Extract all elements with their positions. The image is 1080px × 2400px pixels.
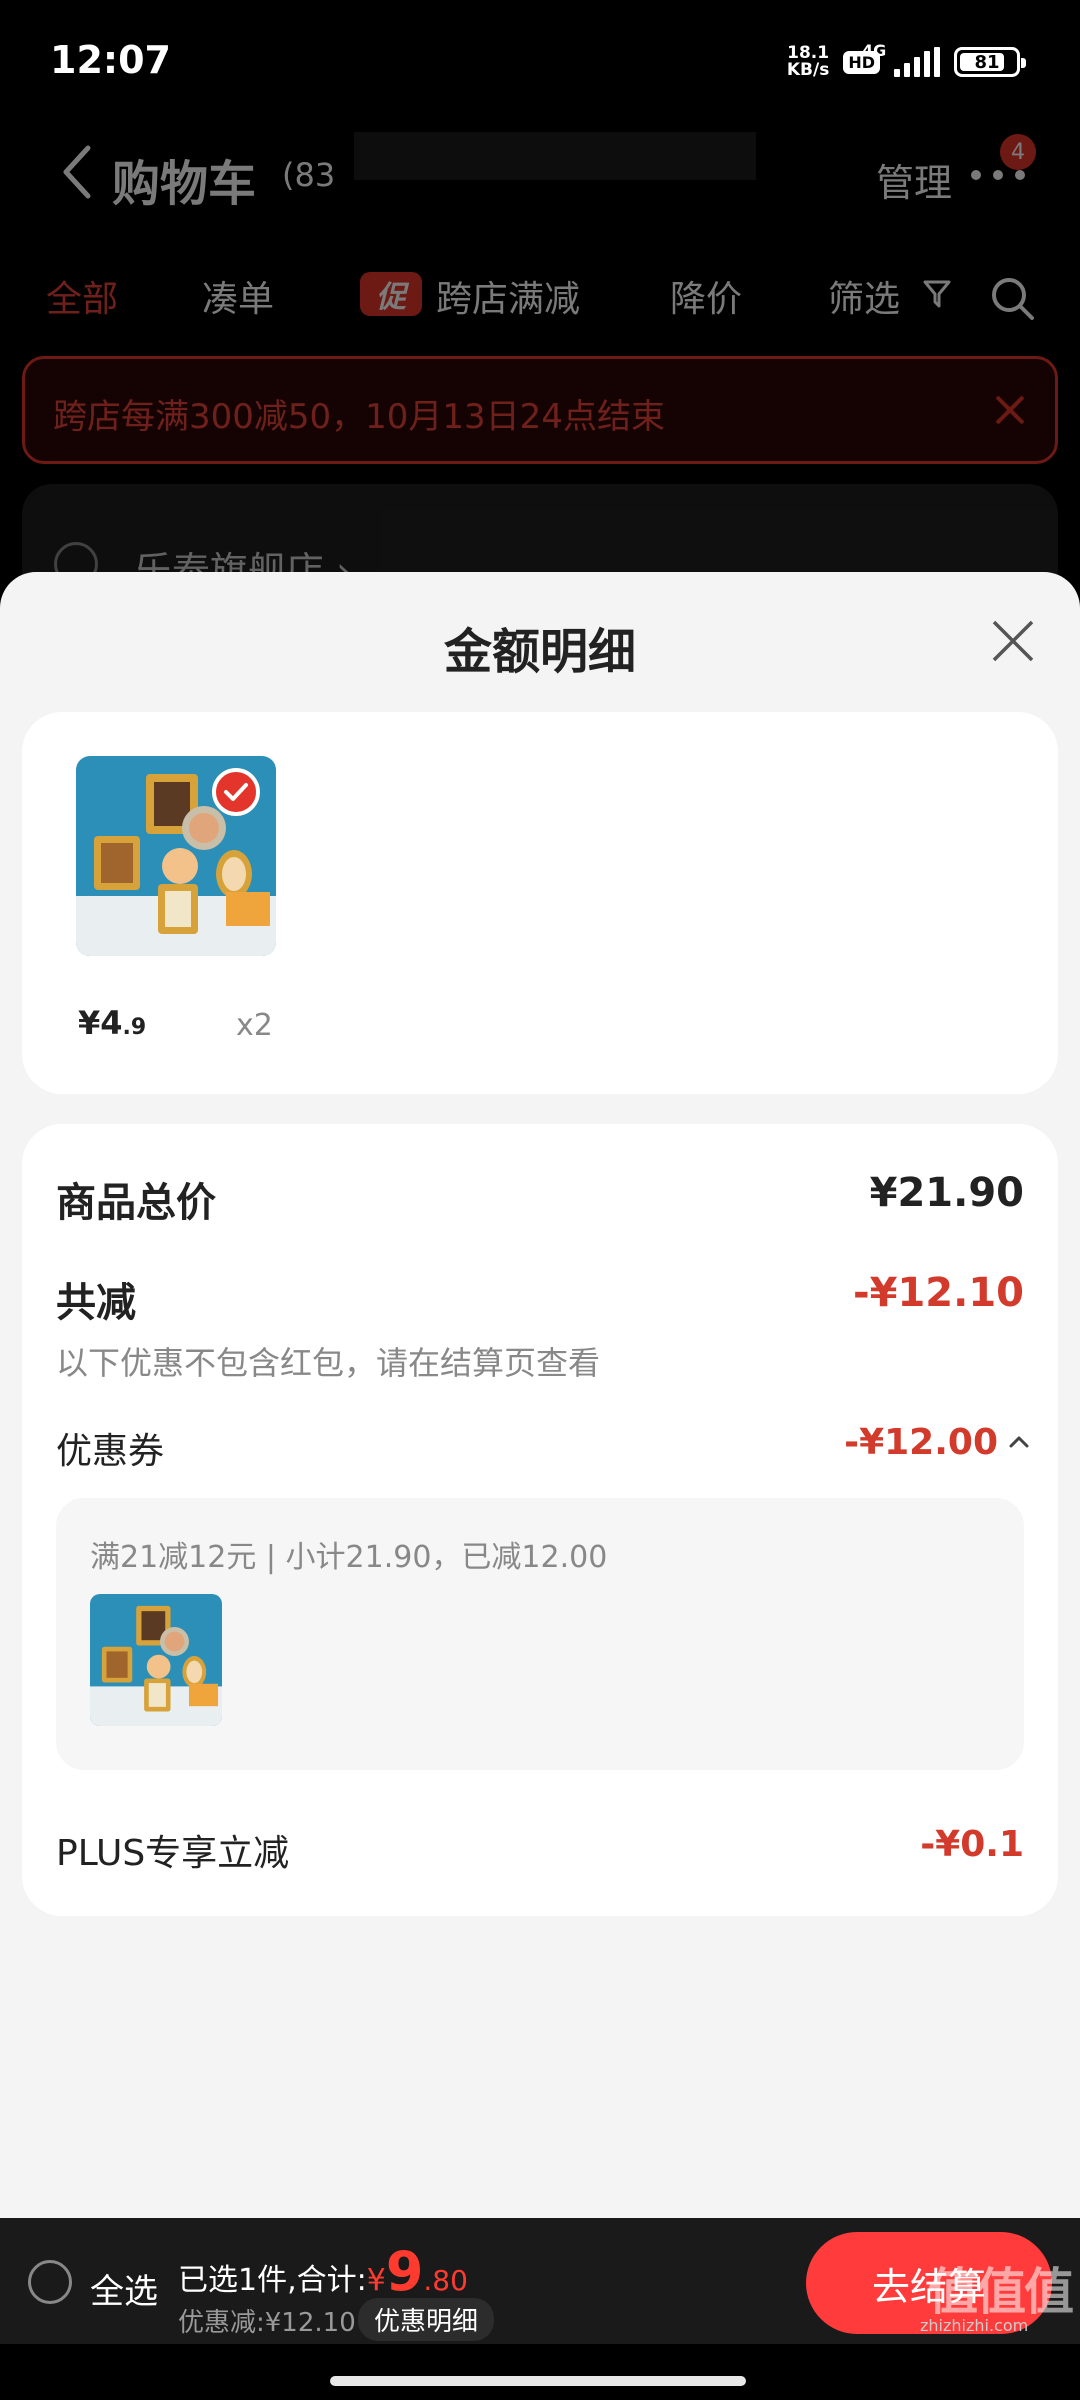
discount-total-value: -¥12.10 <box>853 1270 1024 1316</box>
total-summary: 已选1件,合计: ¥ 9 .80 <box>178 2240 468 2303</box>
coupon-product-thumbnail <box>90 1594 222 1726</box>
signal-icon: 4G <box>862 41 940 77</box>
check-icon[interactable] <box>212 768 260 816</box>
notification-badge: 4 <box>1000 134 1036 170</box>
filter-tabs: 全部 凑单 促 跨店满减 降价 筛选 <box>0 250 1080 340</box>
cart-count: (83 <box>282 156 336 194</box>
page-title: 购物车 <box>112 156 257 212</box>
total-amount: 9 <box>385 2240 424 2303</box>
sheet-title: 金额明细 <box>443 624 636 680</box>
watermark-url: zhizhizhi.com <box>920 2316 1029 2335</box>
tab-price-drop[interactable]: 降价 <box>670 270 742 322</box>
battery-icon: 81 <box>954 47 1026 77</box>
item-quantity: x2 <box>236 1008 273 1043</box>
plus-discount-label: PLUS专享立减 <box>56 1833 290 1874</box>
plus-discount-value: -¥0.1 <box>920 1824 1024 1865</box>
item-card: ¥4.9 x2 <box>22 712 1058 1094</box>
watermark-logo: 值值值 <box>928 2263 1074 2321</box>
battery-level: 81 <box>974 51 1000 73</box>
price-detail-card: 商品总价 ¥21.90 共减 -¥12.10 以下优惠不包含红包，请在结算页查看… <box>22 1124 1058 1916</box>
total-price-label: 商品总价 <box>56 1180 216 1226</box>
back-icon[interactable] <box>58 142 98 202</box>
item-price: ¥4.9 <box>78 1004 147 1042</box>
select-all-label[interactable]: 全选 <box>90 2264 158 2313</box>
network-type: 4G <box>862 41 887 60</box>
promo-text: 跨店每满300减50，10月13日24点结束 <box>53 397 665 437</box>
discount-detail-button[interactable]: 优惠明细 <box>358 2298 495 2341</box>
coupon-detail: 满21减12元 | 小计21.90，已减12.00 <box>56 1498 1024 1770</box>
select-all-radio[interactable] <box>28 2260 72 2304</box>
tab-filter[interactable]: 筛选 <box>828 270 900 322</box>
checkout-bar: 全选 已选1件,合计: ¥ 9 .80 优惠减:¥12.10 优惠明细 去结算 … <box>0 2218 1080 2344</box>
manage-button[interactable]: 管理 <box>876 152 952 207</box>
status-bar: 12:07 18.1 KB/s HD 4G 81 <box>0 0 1080 120</box>
coupon-rule: 满21减12元 | 小计21.90，已减12.00 <box>90 1540 608 1575</box>
home-indicator[interactable] <box>330 2376 746 2386</box>
redacted-area <box>354 132 756 180</box>
promo-banner: 跨店每满300减50，10月13日24点结束 <box>22 356 1058 464</box>
tab-cross-store[interactable]: 跨店满减 <box>436 270 580 322</box>
promo-tag: 促 <box>360 272 422 316</box>
network-speed: 18.1 KB/s <box>786 43 830 80</box>
discount-summary: 优惠减:¥12.10 <box>178 2308 356 2338</box>
total-price-value: ¥21.90 <box>869 1170 1024 1216</box>
close-icon[interactable] <box>990 618 1036 664</box>
close-icon[interactable] <box>993 393 1027 427</box>
discount-total-label: 共减 <box>56 1280 136 1326</box>
status-icons: 18.1 KB/s HD 4G 81 <box>786 41 1026 82</box>
amount-detail-sheet: 金额明细 ¥4.9 x2 商品总价 ¥21.90 共减 -¥12.10 以下优惠… <box>0 572 1080 2218</box>
search-icon[interactable] <box>988 274 1036 322</box>
status-time: 12:07 <box>50 38 171 82</box>
coupon-value[interactable]: -¥12.00 <box>844 1422 998 1463</box>
chevron-up-icon[interactable] <box>1008 1434 1030 1450</box>
nav-bar: 购物车 (83 管理 4 <box>0 120 1080 230</box>
filter-icon[interactable] <box>922 276 952 312</box>
discount-note: 以下优惠不包含红包，请在结算页查看 <box>56 1344 601 1382</box>
tab-bundle[interactable]: 凑单 <box>202 270 274 322</box>
tab-all[interactable]: 全部 <box>46 270 118 322</box>
gesture-bar <box>0 2344 1080 2400</box>
coupon-label[interactable]: 优惠券 <box>56 1422 164 1474</box>
